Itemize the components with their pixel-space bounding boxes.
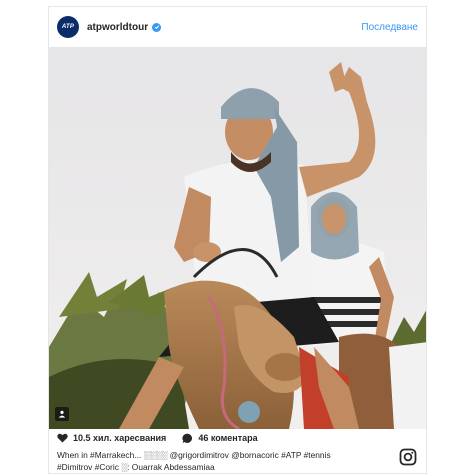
caption-line-1: When in #Marrakech... ░░░░ @grigordimitr… [57,450,331,460]
comments-count[interactable]: 46 коментара [182,433,258,444]
avatar-logo-text: ATP [61,24,75,30]
instagram-embed-card: ATP atpworldtour Последване 10.5 хил. ха… [48,6,427,474]
camel-ride-photo [49,47,426,429]
heart-icon [57,433,68,443]
speech-bubble-icon [182,433,193,444]
comments-text: 46 коментара [198,433,258,443]
likes-text: 10.5 хил. харесвания [73,433,167,443]
instagram-icon[interactable] [399,448,417,471]
follow-button[interactable]: Последване [361,22,418,33]
verified-badge-icon [152,22,162,32]
post-caption: When in #Marrakech... ░░░░ @grigordimitr… [57,449,387,473]
account-username[interactable]: atpworldtour [87,22,148,33]
caption-line-2: #Dimitrov #Coric ░: Ouarrak Abdessamiaa [57,462,215,472]
likes-count[interactable]: 10.5 хил. харесвания [57,433,166,443]
person-tag-icon[interactable] [55,407,69,421]
post-photo[interactable] [49,47,426,429]
engagement-stats: 10.5 хил. харесвания 46 коментара [57,431,418,445]
account-avatar[interactable]: ATP [57,16,79,38]
post-footer: 10.5 хил. харесвания 46 коментара When i… [49,431,426,473]
post-header: ATP atpworldtour Последване [49,7,426,47]
